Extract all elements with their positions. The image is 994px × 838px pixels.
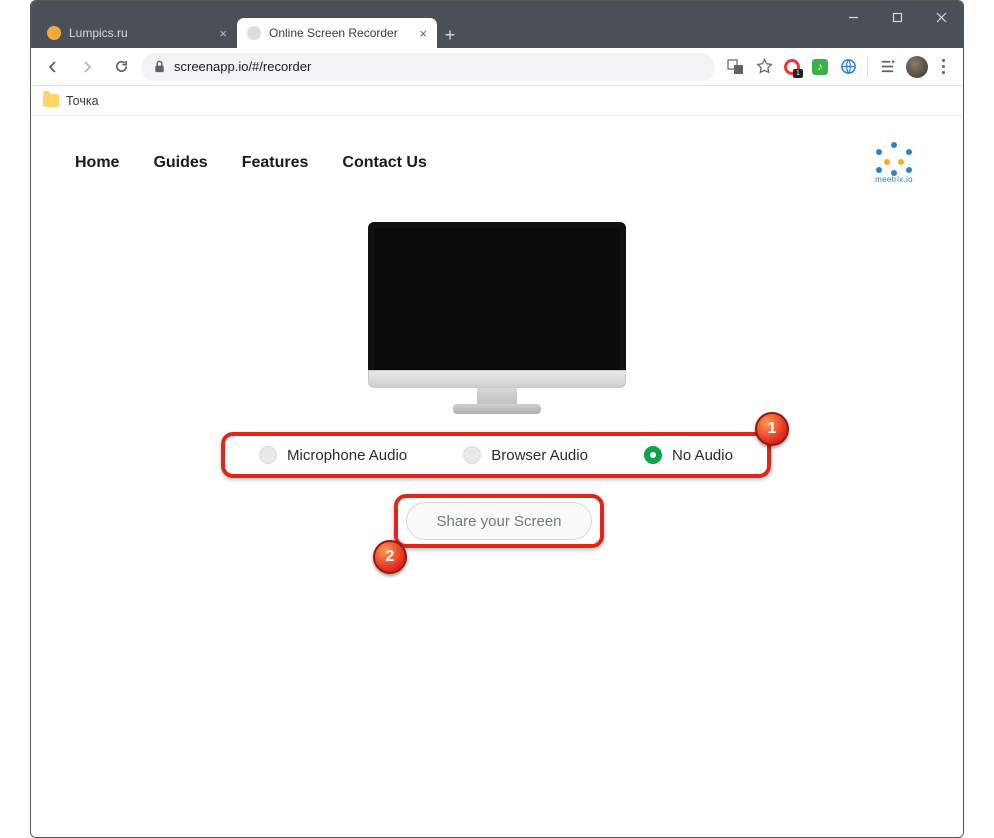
tab-strip: Lumpics.ru × Online Screen Recorder × +	[31, 15, 963, 48]
favicon-icon	[47, 26, 61, 40]
folder-icon	[43, 94, 59, 107]
profile-avatar[interactable]	[906, 56, 928, 78]
minimize-button[interactable]	[831, 1, 875, 34]
window-controls	[831, 1, 963, 34]
translate-icon[interactable]	[727, 58, 745, 76]
annotation-badge-1: 1	[755, 412, 789, 446]
back-button[interactable]	[39, 53, 67, 81]
url-text: screenapp.io/#/recorder	[174, 59, 311, 74]
tab-title: Online Screen Recorder	[269, 26, 411, 40]
window-close-button[interactable]	[919, 1, 963, 34]
lock-icon	[153, 60, 166, 73]
monitor-illustration	[368, 222, 626, 420]
site-logo[interactable]: meetrix.io	[869, 138, 919, 188]
star-icon[interactable]	[755, 58, 773, 76]
separator	[867, 57, 868, 77]
tab-lumpics[interactable]: Lumpics.ru ×	[37, 18, 237, 48]
extension-globe-icon[interactable]	[839, 58, 857, 76]
new-tab-button[interactable]: +	[437, 22, 463, 48]
bookmark-folder[interactable]: Точка	[43, 94, 99, 108]
nav-features[interactable]: Features	[242, 154, 309, 172]
omnibox[interactable]: screenapp.io/#/recorder	[141, 53, 715, 81]
extension-red-icon[interactable]: 1	[783, 58, 801, 76]
extension-green-icon[interactable]: ♪	[811, 58, 829, 76]
nav-home[interactable]: Home	[75, 154, 119, 172]
tab-recorder[interactable]: Online Screen Recorder ×	[237, 18, 437, 48]
site-nav: Home Guides Features Contact Us	[75, 154, 427, 172]
reload-button[interactable]	[107, 53, 135, 81]
logo-text: meetrix.io	[875, 175, 913, 184]
nav-guides[interactable]: Guides	[153, 154, 207, 172]
close-icon[interactable]: ×	[219, 26, 227, 41]
site-header: Home Guides Features Contact Us meetrix.…	[31, 116, 963, 198]
favicon-icon	[247, 26, 261, 40]
recorder-stage	[31, 198, 963, 420]
annotation-highlight-1	[221, 432, 771, 478]
page-content: Home Guides Features Contact Us meetrix.…	[31, 116, 963, 837]
app-window: Lumpics.ru × Online Screen Recorder × + …	[30, 0, 964, 838]
logo-icon	[876, 142, 912, 174]
tab-title: Lumpics.ru	[69, 26, 211, 40]
reading-list-icon[interactable]	[878, 58, 896, 76]
annotation-badge-2: 2	[373, 540, 407, 574]
toolbar-extensions: 1 ♪	[721, 55, 955, 78]
window-titlebar[interactable]	[31, 1, 963, 15]
forward-button[interactable]	[73, 53, 101, 81]
kebab-menu-icon[interactable]	[938, 55, 949, 78]
bookmarks-bar: Точка	[31, 86, 963, 116]
maximize-button[interactable]	[875, 1, 919, 34]
bookmark-label: Точка	[66, 94, 99, 108]
annotation-highlight-2	[394, 494, 604, 548]
nav-contact[interactable]: Contact Us	[342, 154, 426, 172]
address-bar: screenapp.io/#/recorder 1 ♪	[31, 48, 963, 86]
close-icon[interactable]: ×	[419, 26, 427, 41]
